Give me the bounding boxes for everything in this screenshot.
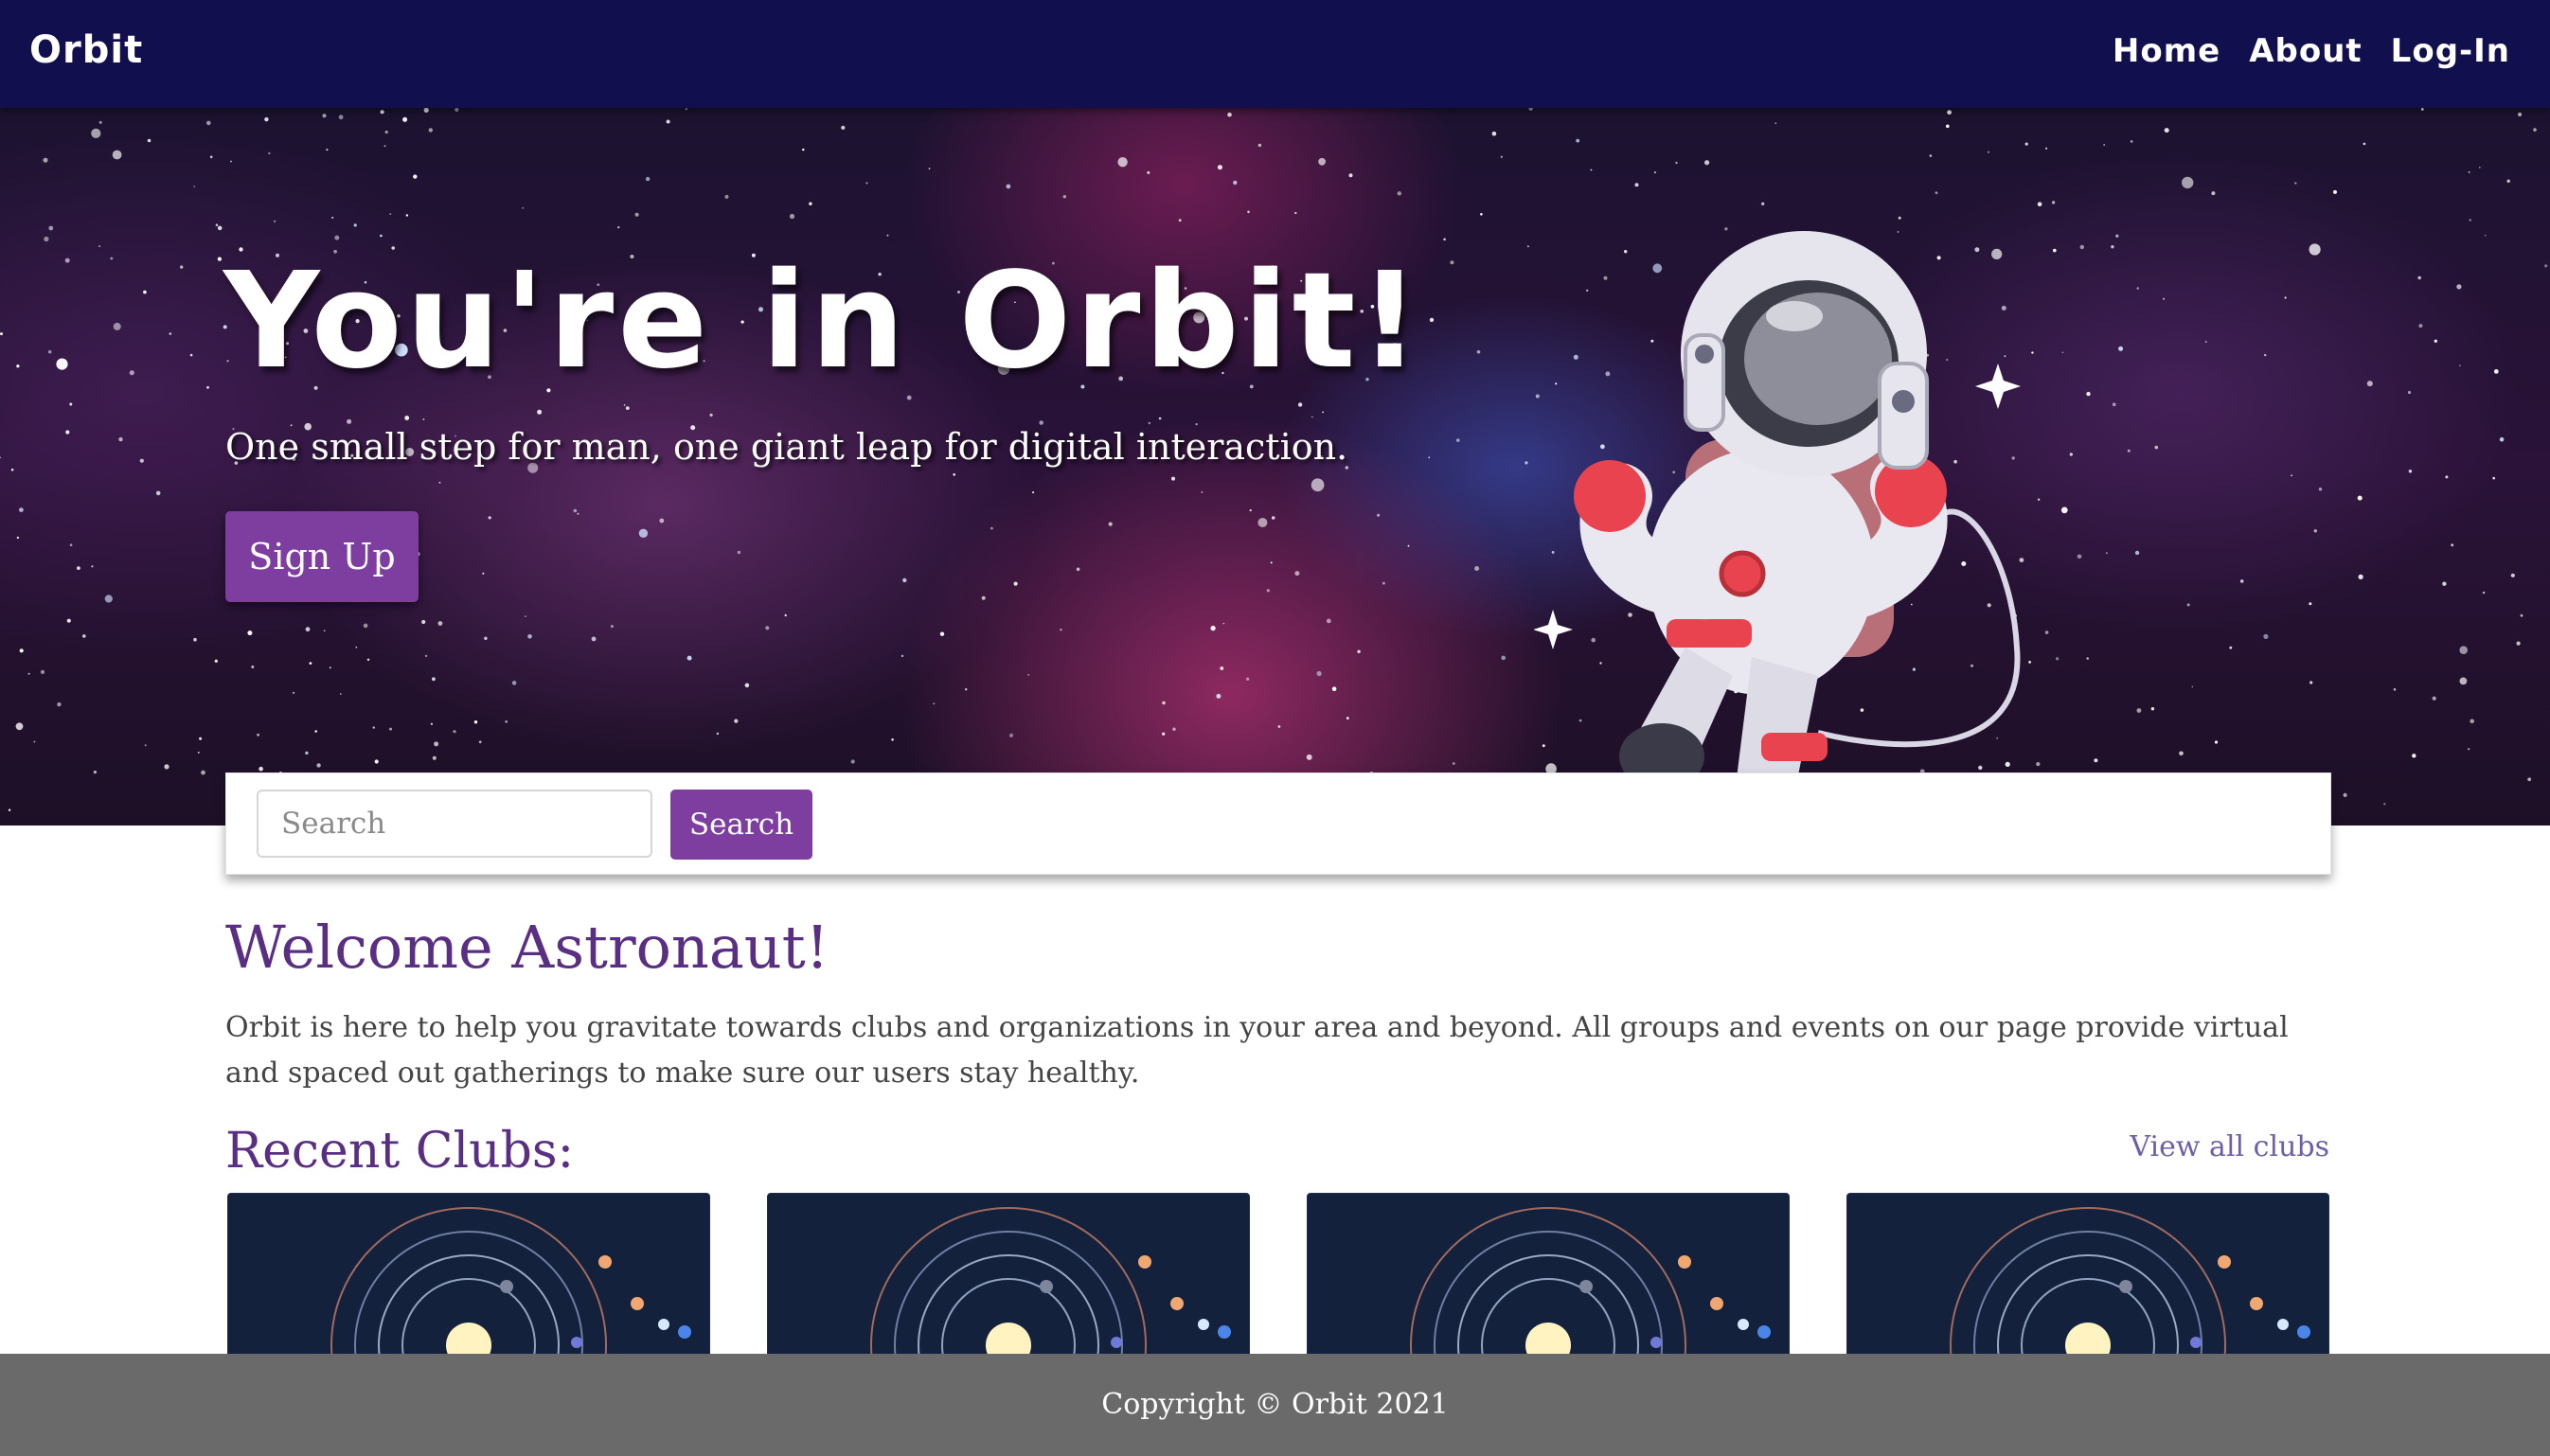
nav-link-about[interactable]: About xyxy=(2249,32,2362,70)
navbar: Orbit Home About Log-In xyxy=(0,0,2550,108)
club-cards xyxy=(227,1193,2329,1358)
hero-title: You're in Orbit! xyxy=(223,244,1424,399)
solar-system-image xyxy=(870,1207,1231,1357)
copyright-text: Copyright © Orbit 2021 xyxy=(1101,1388,1449,1421)
solar-system-image xyxy=(1410,1207,1771,1357)
club-card[interactable] xyxy=(1307,1193,1790,1358)
view-all-clubs-link[interactable]: View all clubs xyxy=(2130,1130,2329,1163)
nav-link-home[interactable]: Home xyxy=(2113,32,2220,70)
hero-subtitle: One small step for man, one giant leap f… xyxy=(225,426,1348,468)
sign-up-button[interactable]: Sign Up xyxy=(225,511,419,602)
club-card[interactable] xyxy=(767,1193,1250,1358)
footer: Copyright © Orbit 2021 xyxy=(0,1354,2550,1456)
hero-banner: You're in Orbit! One small step for man,… xyxy=(0,108,2550,826)
nav-links: Home About Log-In xyxy=(2113,32,2510,70)
brand-logo[interactable]: Orbit xyxy=(29,28,143,72)
welcome-text: Orbit is here to help you gravitate towa… xyxy=(225,1011,2289,1090)
club-card[interactable] xyxy=(227,1193,710,1358)
search-button[interactable]: Search xyxy=(670,790,812,860)
astronaut-illustration xyxy=(1534,231,2021,790)
search-input[interactable] xyxy=(257,790,652,858)
welcome-heading: Welcome Astronaut! xyxy=(225,913,829,982)
nav-link-login[interactable]: Log-In xyxy=(2391,32,2510,70)
recent-clubs-heading: Recent Clubs: xyxy=(225,1123,575,1180)
solar-system-image xyxy=(1950,1207,2310,1357)
club-card[interactable] xyxy=(1846,1193,2329,1358)
search-bar: Search xyxy=(225,772,2331,875)
solar-system-image xyxy=(330,1207,691,1357)
